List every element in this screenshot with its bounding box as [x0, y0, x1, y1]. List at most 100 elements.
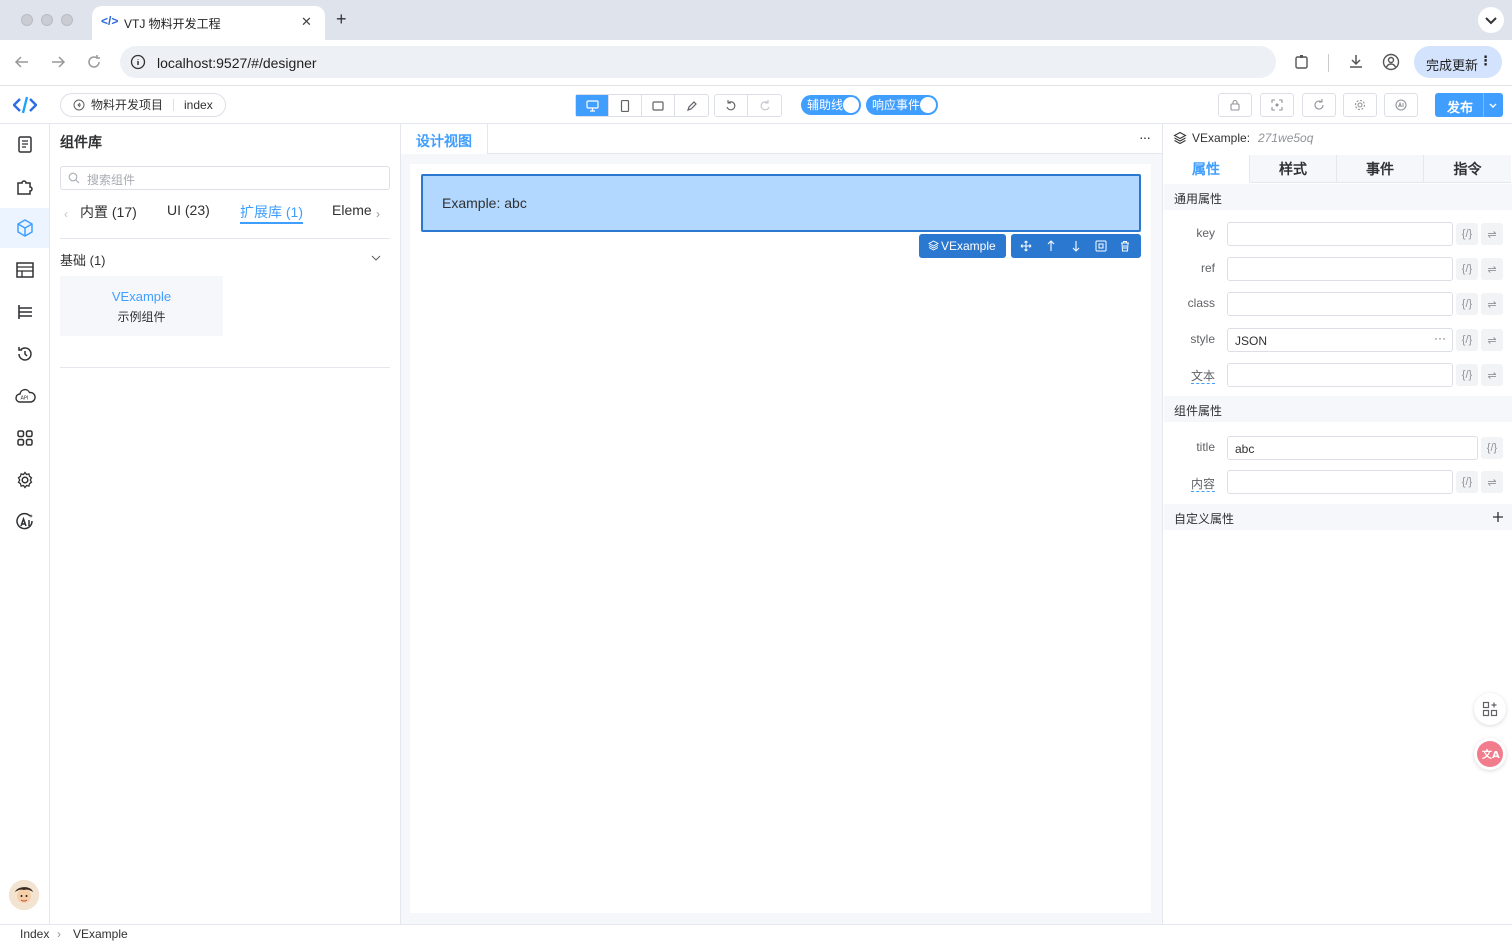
- tab-styles[interactable]: 样式: [1250, 155, 1337, 183]
- undo-button[interactable]: [715, 95, 748, 116]
- chevron-down-icon[interactable]: [1487, 99, 1499, 111]
- bind-expression-button[interactable]: {/}: [1481, 437, 1503, 459]
- preview-button[interactable]: [1260, 93, 1294, 117]
- refresh-button[interactable]: [1302, 93, 1336, 117]
- pages-nav[interactable]: [0, 124, 49, 164]
- update-button[interactable]: 完成更新 ⋮: [1414, 46, 1502, 78]
- key-input[interactable]: [1227, 222, 1453, 246]
- lock-button[interactable]: [1218, 93, 1252, 117]
- vexample-component-selected[interactable]: Example: abc: [421, 174, 1141, 232]
- group-title[interactable]: 基础 (1): [60, 250, 106, 269]
- tab-search-button[interactable]: [1478, 7, 1504, 33]
- back-icon[interactable]: [14, 54, 30, 70]
- avatar[interactable]: [9, 880, 39, 910]
- selected-component-badge[interactable]: VExample: [919, 234, 1006, 258]
- browser-tab[interactable]: </> VTJ 物料开发工程 ✕: [92, 6, 325, 40]
- section-common-props[interactable]: 通用属性: [1164, 184, 1512, 210]
- window-maximize-dot[interactable]: [61, 14, 73, 26]
- tablet-mode-button[interactable]: [642, 95, 675, 116]
- tab-close-icon[interactable]: ✕: [301, 14, 312, 30]
- profile-icon[interactable]: [1382, 53, 1400, 71]
- desktop-mode-button[interactable]: [576, 95, 609, 116]
- tab-design-view[interactable]: 设计视图: [401, 124, 488, 154]
- back-circle-icon[interactable]: [73, 99, 85, 111]
- site-info-icon[interactable]: [130, 54, 146, 70]
- window-close-dot[interactable]: [21, 14, 33, 26]
- floating-translate-button[interactable]: 文A: [1474, 738, 1506, 770]
- history-nav[interactable]: [0, 334, 49, 374]
- add-apps-icon: [1482, 701, 1498, 717]
- section-custom-props[interactable]: 自定义属性: [1164, 504, 1512, 530]
- bind-expression-button[interactable]: {/}: [1456, 471, 1478, 493]
- breadcrumb-current[interactable]: VExample: [73, 927, 128, 941]
- tab-directives[interactable]: 指令: [1424, 155, 1511, 183]
- guides-toggle[interactable]: 辅助线: [801, 95, 861, 115]
- swap-setter-button[interactable]: ⇌: [1481, 223, 1503, 245]
- download-icon[interactable]: [1347, 53, 1365, 71]
- publish-button[interactable]: 发布: [1435, 93, 1503, 117]
- swap-setter-button[interactable]: ⇌: [1481, 329, 1503, 351]
- more-vert-icon[interactable]: ⋮: [1479, 53, 1492, 69]
- add-icon[interactable]: [1492, 511, 1504, 523]
- breadcrumb-root[interactable]: Index: [20, 927, 49, 941]
- floating-apps-button[interactable]: [1474, 693, 1506, 725]
- arrow-down-icon[interactable]: [1070, 240, 1082, 252]
- mobile-mode-button[interactable]: [609, 95, 642, 116]
- arrow-up-icon[interactable]: [1045, 240, 1057, 252]
- style-json-input[interactable]: JSON ···: [1227, 328, 1453, 352]
- component-search-input[interactable]: 搜索组件: [60, 166, 390, 190]
- tab-events[interactable]: 事件: [1337, 155, 1424, 183]
- forward-icon[interactable]: [50, 54, 66, 70]
- apps-nav[interactable]: [0, 418, 49, 458]
- ref-input[interactable]: [1227, 257, 1453, 281]
- lib-tab-ui[interactable]: UI (23): [167, 202, 210, 218]
- text-input[interactable]: [1227, 363, 1453, 387]
- tabs-prev-icon[interactable]: ‹: [64, 207, 68, 221]
- class-input[interactable]: [1227, 292, 1453, 316]
- swap-setter-button[interactable]: ⇌: [1481, 293, 1503, 315]
- design-viewport[interactable]: Example: abc VExample: [410, 164, 1151, 913]
- swap-setter-button[interactable]: ⇌: [1481, 258, 1503, 280]
- lib-tab-extension[interactable]: 扩展库 (1): [240, 202, 303, 222]
- section-component-props[interactable]: 组件属性: [1164, 396, 1512, 422]
- move-icon[interactable]: [1020, 240, 1032, 252]
- trash-icon[interactable]: [1119, 240, 1131, 252]
- title-input[interactable]: abc: [1227, 436, 1478, 460]
- redo-button[interactable]: [748, 95, 781, 116]
- more-horizontal-icon[interactable]: ···: [1434, 331, 1446, 345]
- extensions-icon[interactable]: [1293, 53, 1311, 71]
- component-card-vexample[interactable]: VExample 示例组件: [60, 276, 223, 336]
- tab-properties[interactable]: 属性: [1163, 155, 1250, 183]
- content-input[interactable]: [1227, 470, 1453, 494]
- reload-icon[interactable]: [86, 54, 102, 70]
- tabs-next-icon[interactable]: ›: [376, 207, 380, 221]
- project-breadcrumb[interactable]: 物料开发项目 index: [60, 93, 226, 117]
- settings-button[interactable]: [1343, 93, 1377, 117]
- outline-nav[interactable]: [0, 292, 49, 332]
- components-nav[interactable]: [0, 208, 49, 248]
- plugins-nav[interactable]: [0, 166, 49, 206]
- bind-expression-button[interactable]: {/}: [1456, 258, 1478, 280]
- config-nav[interactable]: [0, 460, 49, 500]
- swap-setter-button[interactable]: ⇌: [1481, 364, 1503, 386]
- bind-expression-button[interactable]: {/}: [1456, 293, 1478, 315]
- svg-text:API: API: [20, 396, 28, 402]
- api-nav[interactable]: API: [0, 376, 49, 416]
- bind-expression-button[interactable]: {/}: [1456, 223, 1478, 245]
- templates-nav[interactable]: [0, 250, 49, 290]
- window-minimize-dot[interactable]: [41, 14, 53, 26]
- new-tab-icon[interactable]: +: [336, 9, 347, 30]
- more-horizontal-icon[interactable]: ···: [1139, 129, 1151, 145]
- events-toggle[interactable]: 响应事件: [866, 95, 938, 115]
- copy-icon[interactable]: [1095, 240, 1107, 252]
- swap-setter-button[interactable]: ⇌: [1481, 471, 1503, 493]
- ai-button[interactable]: [1384, 93, 1418, 117]
- bind-expression-button[interactable]: {/}: [1456, 329, 1478, 351]
- lib-tab-builtin[interactable]: 内置 (17): [80, 202, 137, 222]
- chevron-down-icon[interactable]: [370, 253, 382, 263]
- bind-expression-button[interactable]: {/}: [1456, 364, 1478, 386]
- address-bar[interactable]: localhost:9527/#/designer: [120, 46, 1276, 78]
- ai-assistant-nav[interactable]: [0, 502, 49, 542]
- lib-tab-element[interactable]: Eleme: [332, 202, 372, 218]
- edit-mode-button[interactable]: [675, 95, 708, 116]
